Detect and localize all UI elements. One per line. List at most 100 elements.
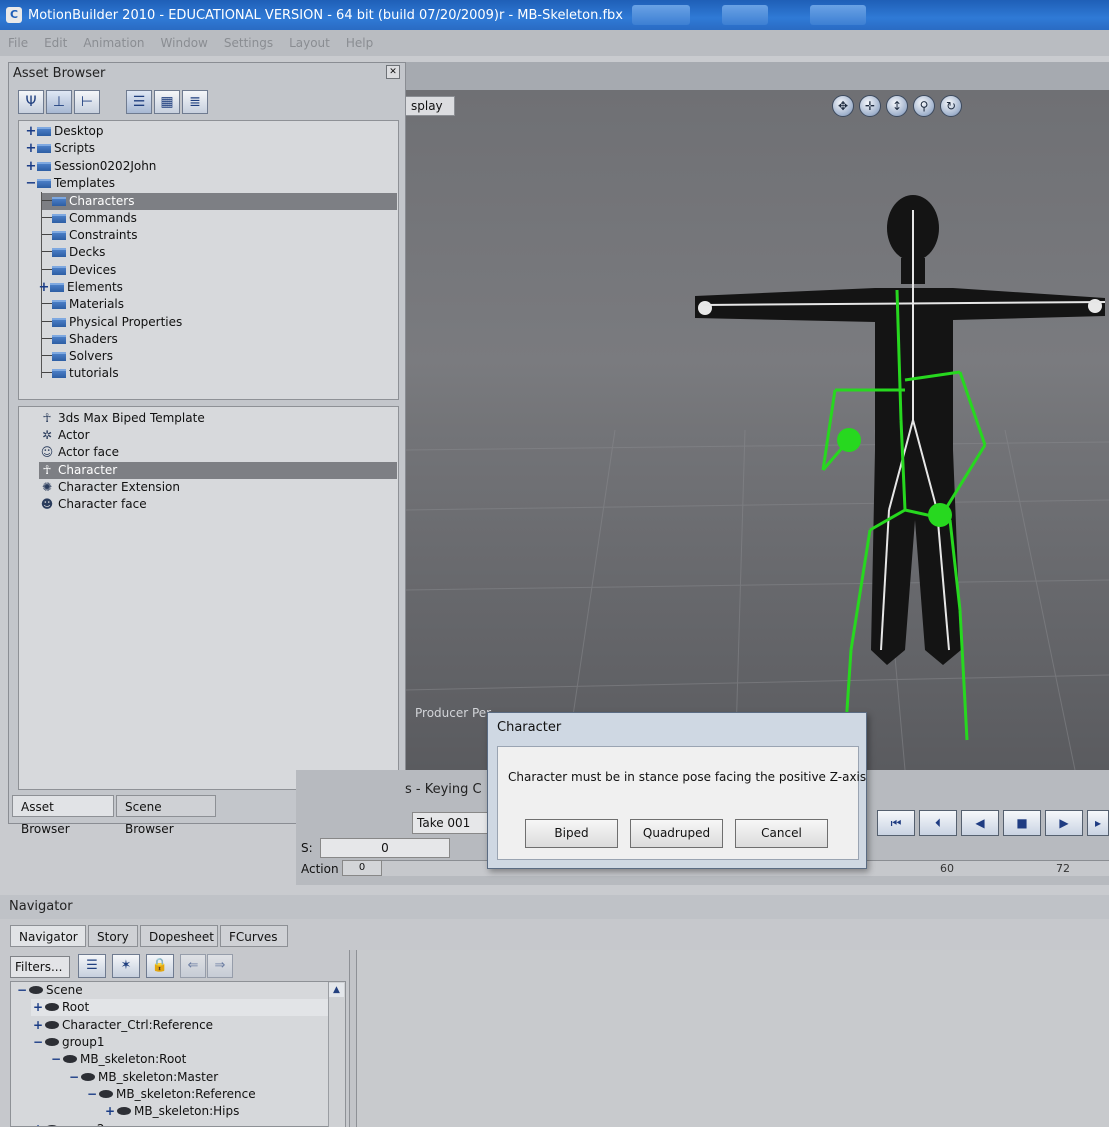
expand-icon[interactable]: + bbox=[103, 1103, 117, 1120]
tree-item-characters[interactable]: Characters bbox=[42, 193, 397, 210]
goto-start-icon[interactable]: ⏮ bbox=[877, 810, 915, 836]
collapse-icon[interactable]: − bbox=[31, 1034, 45, 1051]
collapse-icon[interactable]: − bbox=[25, 175, 37, 192]
scene-item[interactable]: − group1 bbox=[31, 1034, 105, 1051]
collapse-icon[interactable]: − bbox=[85, 1086, 99, 1103]
expand-icon[interactable]: + bbox=[31, 999, 45, 1016]
expand-icon[interactable]: + bbox=[31, 1017, 45, 1034]
list-icon[interactable]: ☰ bbox=[78, 954, 106, 978]
menu-window[interactable]: Window bbox=[161, 36, 208, 50]
tab-asset-browser[interactable]: Asset Browser bbox=[12, 795, 114, 836]
take-selector[interactable]: Take 001 bbox=[412, 812, 492, 834]
menu-settings[interactable]: Settings bbox=[224, 36, 273, 50]
action-field[interactable]: 0 bbox=[342, 860, 382, 876]
scene-item[interactable]: − MB_skeleton:Master bbox=[67, 1069, 218, 1086]
scene-item[interactable]: − MB_skeleton:Root bbox=[49, 1051, 186, 1068]
menu-animation[interactable]: Animation bbox=[83, 36, 144, 50]
character-figure[interactable] bbox=[405, 90, 1109, 770]
play-backward-icon[interactable]: ◀ bbox=[961, 810, 999, 836]
next-key-icon[interactable]: ▸ bbox=[1087, 810, 1109, 836]
scene-scrollbar[interactable]: ▲ bbox=[328, 982, 345, 1127]
scene-item[interactable]: + group2 bbox=[31, 1121, 105, 1126]
display-button[interactable]: splay bbox=[405, 96, 455, 116]
folder-tree[interactable]: + Desktop + Scripts + Session0202John − Temp… bbox=[18, 120, 399, 400]
expand-icon[interactable]: + bbox=[31, 1121, 45, 1126]
collapse-icon[interactable]: − bbox=[67, 1069, 81, 1086]
tree-item-session[interactable]: + Session0202John bbox=[25, 158, 157, 175]
menu-layout[interactable]: Layout bbox=[289, 36, 330, 50]
scene-item[interactable]: − Scene bbox=[15, 982, 83, 999]
magic-wand-icon[interactable]: ✶ bbox=[112, 954, 140, 978]
asset-item-character[interactable]: ☥ Character bbox=[39, 462, 397, 479]
scroll-up-icon[interactable]: ▲ bbox=[329, 983, 344, 997]
tab-navigator[interactable]: Navigator bbox=[10, 925, 86, 947]
back-icon[interactable]: ⇐ bbox=[180, 954, 206, 978]
cancel-button[interactable]: Cancel bbox=[735, 819, 828, 848]
tree-item-elements[interactable]: + Elements bbox=[38, 279, 123, 296]
tree-label: tutorials bbox=[69, 366, 119, 380]
play-icon[interactable]: ▶ bbox=[1045, 810, 1083, 836]
collapse-icon[interactable]: − bbox=[15, 982, 29, 999]
tree-item-devices[interactable]: Devices bbox=[42, 262, 116, 279]
biped-button[interactable]: Biped bbox=[525, 819, 618, 848]
expand-icon[interactable]: + bbox=[25, 140, 37, 157]
tree-item-materials[interactable]: Materials bbox=[42, 296, 124, 313]
menu-file[interactable]: File bbox=[8, 36, 28, 50]
expand-icon[interactable]: + bbox=[38, 279, 50, 296]
tree-item-decks[interactable]: Decks bbox=[42, 244, 105, 261]
tree-item-constraints[interactable]: Constraints bbox=[42, 227, 137, 244]
asset-item-character-face[interactable]: ☻ Character face bbox=[39, 496, 147, 513]
forward-icon[interactable]: ⇒ bbox=[207, 954, 233, 978]
taskbar-thumbnail[interactable] bbox=[632, 5, 690, 25]
icon-view-icon[interactable]: ▦ bbox=[154, 90, 180, 114]
dolly-icon[interactable]: ↕ bbox=[886, 95, 908, 117]
expand-icon[interactable]: + bbox=[25, 158, 37, 175]
orbit-icon[interactable]: ↻ bbox=[940, 95, 962, 117]
scene-item[interactable]: + Character_Ctrl:Reference bbox=[31, 1017, 213, 1034]
quadruped-button[interactable]: Quadruped bbox=[630, 819, 723, 848]
tab-dopesheet[interactable]: Dopesheet bbox=[140, 925, 218, 947]
scene-item[interactable]: + MB_skeleton:Hips bbox=[103, 1103, 239, 1120]
stop-icon[interactable]: ■ bbox=[1003, 810, 1041, 836]
asset-item-actor-face[interactable]: ☺ Actor face bbox=[39, 444, 119, 461]
tree-item-solvers[interactable]: Solvers bbox=[42, 348, 113, 365]
tree-item-tutorials[interactable]: tutorials bbox=[42, 365, 119, 382]
filters-button[interactable]: Filters... bbox=[10, 956, 70, 978]
asset-list[interactable]: ☥ 3ds Max Biped Template ✲ Actor ☺ Actor fa… bbox=[18, 406, 399, 790]
tree-view-icon[interactable]: Ψ bbox=[18, 90, 44, 114]
tree-item-desktop[interactable]: + Desktop bbox=[25, 123, 104, 140]
menu-edit[interactable]: Edit bbox=[44, 36, 67, 50]
asset-item-character-extension[interactable]: ✺ Character Extension bbox=[39, 479, 180, 496]
menu-help[interactable]: Help bbox=[346, 36, 373, 50]
tree-item-scripts[interactable]: + Scripts bbox=[25, 140, 96, 157]
navigator-splitter[interactable] bbox=[349, 950, 357, 1127]
start-field[interactable]: 0 bbox=[320, 838, 450, 858]
expand-icon[interactable]: + bbox=[25, 123, 37, 140]
asset-item-biped-template[interactable]: ☥ 3ds Max Biped Template bbox=[39, 410, 205, 427]
taskbar-thumbnail[interactable] bbox=[722, 5, 768, 25]
lock-icon[interactable]: 🔒 bbox=[146, 954, 174, 978]
asset-item-actor[interactable]: ✲ Actor bbox=[39, 427, 90, 444]
scene-tree[interactable]: − Scene + Root + Character_Ctrl:Reference −… bbox=[10, 981, 346, 1127]
collapse-icon[interactable]: − bbox=[49, 1051, 63, 1068]
scene-item[interactable]: + Root bbox=[31, 999, 329, 1016]
tree-item-commands[interactable]: Commands bbox=[42, 210, 137, 227]
prev-key-icon[interactable]: ⏴ bbox=[919, 810, 957, 836]
taskbar-thumbnail[interactable] bbox=[810, 5, 866, 25]
tree-item-shaders[interactable]: Shaders bbox=[42, 331, 118, 348]
detail-view-icon[interactable]: ≣ bbox=[182, 90, 208, 114]
pan-icon[interactable]: ✥ bbox=[832, 95, 854, 117]
tree-item-physical-properties[interactable]: Physical Properties bbox=[42, 314, 182, 331]
move-icon[interactable]: ✛ bbox=[859, 95, 881, 117]
close-icon[interactable]: ✕ bbox=[386, 65, 400, 79]
tree-item-templates[interactable]: − Templates bbox=[25, 175, 115, 192]
scene-item[interactable]: − MB_skeleton:Reference bbox=[85, 1086, 256, 1103]
tab-fcurves[interactable]: FCurves bbox=[220, 925, 288, 947]
viewer-3d[interactable] bbox=[405, 90, 1109, 770]
left-align-icon[interactable]: ⊢ bbox=[74, 90, 100, 114]
tab-story[interactable]: Story bbox=[88, 925, 138, 947]
zoom-icon[interactable]: ⚲ bbox=[913, 95, 935, 117]
bottom-align-icon[interactable]: ⊥ bbox=[46, 90, 72, 114]
list-view-icon[interactable]: ☰ bbox=[126, 90, 152, 114]
tab-scene-browser[interactable]: Scene Browser bbox=[116, 795, 216, 836]
